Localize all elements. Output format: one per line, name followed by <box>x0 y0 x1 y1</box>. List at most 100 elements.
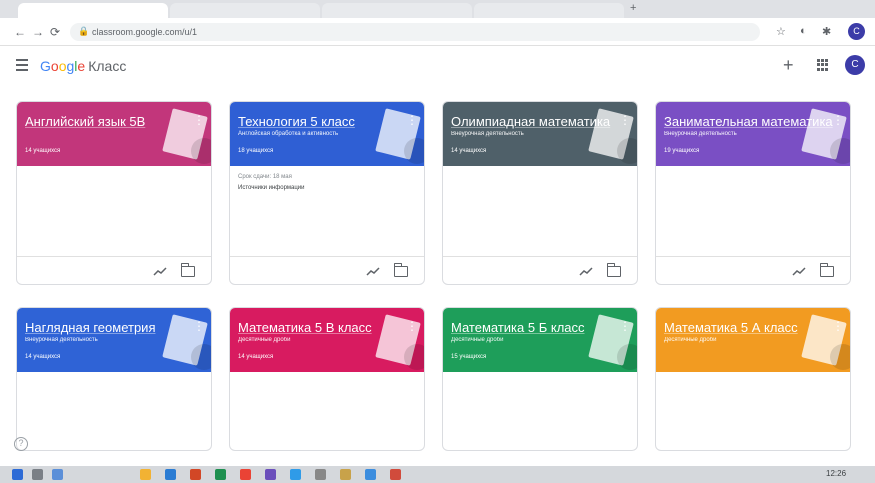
class-card[interactable]: Математика 5 В класс Десятичные дроби 14 у… <box>229 307 425 451</box>
forward-icon[interactable]: → <box>32 25 44 39</box>
new-tab-button[interactable]: + <box>630 2 636 14</box>
product-name: Класс <box>88 58 127 74</box>
student-count: 14 учащихся <box>238 354 274 360</box>
excel-icon[interactable] <box>215 469 226 480</box>
more-options-icon[interactable]: ⋮ <box>406 114 418 126</box>
class-card-header[interactable]: Занимательная математика Внеурочная деяте… <box>656 102 850 166</box>
class-card-header[interactable]: Математика 5 А класс Десятичные дроби ⋮ <box>656 308 850 372</box>
class-card[interactable]: Английский язык 5В 14 учащихся ⋮ <box>16 101 212 285</box>
class-card[interactable]: Математика 5 Б класс Десятичные дроби 15 у… <box>442 307 638 451</box>
browser-toolbar: ← → ⟳ 🔒 classroom.google.com/u/1 ☆ ◐ ✱ С <box>0 18 875 46</box>
address-bar[interactable]: 🔒 classroom.google.com/u/1 <box>70 23 760 41</box>
more-options-icon[interactable]: ⋮ <box>619 320 631 332</box>
browser-profile-avatar[interactable]: С <box>848 23 865 40</box>
trending-up-icon[interactable] <box>366 266 380 276</box>
more-options-icon[interactable]: ⋮ <box>193 114 205 126</box>
class-card-header[interactable]: Олимпиадная математика Внеурочная деятель… <box>443 102 637 166</box>
class-title[interactable]: Математика 5 Б класс <box>451 320 621 335</box>
browser-tab-active[interactable] <box>18 3 168 18</box>
header-illustration-shape <box>404 138 424 164</box>
student-count: 14 учащихся <box>25 354 61 360</box>
app-icon[interactable] <box>390 469 401 480</box>
class-card[interactable]: Олимпиадная математика Внеурочная деятель… <box>442 101 638 285</box>
class-title[interactable]: Математика 5 А класс <box>664 320 834 335</box>
folder-icon[interactable] <box>607 263 621 277</box>
header-illustration-shape <box>617 344 637 370</box>
class-section: Англойская обработка и активность <box>238 131 339 137</box>
class-title[interactable]: Наглядная геометрия <box>25 320 195 335</box>
class-card-header[interactable]: Наглядная геометрия Внеурочная деятельнос… <box>17 308 211 372</box>
class-section: Десятичные дроби <box>451 337 504 343</box>
class-section: Десятичные дроби <box>238 337 291 343</box>
more-options-icon[interactable]: ⋮ <box>619 114 631 126</box>
more-options-icon[interactable]: ⋮ <box>193 320 205 332</box>
student-count: 15 учащихся <box>451 354 487 360</box>
word-icon[interactable] <box>165 469 176 480</box>
browser-tab[interactable] <box>170 3 320 18</box>
start-icon[interactable] <box>12 469 23 480</box>
extension-icon[interactable]: ◐ <box>800 25 807 37</box>
apps-grid-icon[interactable] <box>817 59 829 71</box>
app-icon[interactable] <box>290 469 301 480</box>
header-illustration-shape <box>830 138 850 164</box>
trending-up-icon[interactable] <box>792 266 806 276</box>
class-card[interactable]: Наглядная геометрия Внеурочная деятельнос… <box>16 307 212 451</box>
trending-up-icon[interactable] <box>579 266 593 276</box>
header-illustration-shape <box>617 138 637 164</box>
browser-tab[interactable] <box>322 3 472 18</box>
chrome-icon[interactable] <box>240 469 251 480</box>
class-card[interactable]: Технология 5 класс Англойская обработка и… <box>229 101 425 285</box>
assignment-link[interactable]: Источники информации <box>238 185 305 191</box>
puzzle-icon[interactable]: ✱ <box>822 25 831 38</box>
more-options-icon[interactable]: ⋮ <box>832 320 844 332</box>
header-illustration-shape <box>191 344 211 370</box>
add-class-icon[interactable]: + <box>783 56 794 74</box>
address-url[interactable]: classroom.google.com/u/1 <box>92 27 197 37</box>
more-options-icon[interactable]: ⋮ <box>406 320 418 332</box>
folder-icon[interactable] <box>820 263 834 277</box>
class-card-header[interactable]: Математика 5 В класс Десятичные дроби 14 у… <box>230 308 424 372</box>
powerpoint-icon[interactable] <box>190 469 201 480</box>
taskbar-clock: 12:26 <box>826 469 847 478</box>
class-card[interactable]: Занимательная математика Внеурочная деяте… <box>655 101 851 285</box>
app-icon[interactable] <box>340 469 351 480</box>
folder-icon[interactable] <box>394 263 408 277</box>
app-icon[interactable] <box>315 469 326 480</box>
class-section: Внеурочная деятельность <box>451 131 524 137</box>
taskview-icon[interactable] <box>52 469 63 480</box>
app-logo[interactable]: Google Класс <box>40 58 126 74</box>
class-card-body <box>656 372 850 450</box>
class-card-body <box>656 166 850 256</box>
class-card-header[interactable]: Английский язык 5В 14 учащихся ⋮ <box>17 102 211 166</box>
class-card-footer <box>443 256 637 284</box>
star-icon[interactable]: ☆ <box>776 25 786 38</box>
class-section: Внеурочная деятельность <box>25 337 98 343</box>
class-card-footer <box>17 256 211 284</box>
class-title[interactable]: Математика 5 В класс <box>238 320 408 335</box>
class-card-body <box>443 372 637 450</box>
reload-icon[interactable]: ⟳ <box>50 25 60 39</box>
folder-icon[interactable] <box>181 263 195 277</box>
class-title[interactable]: Занимательная математика <box>664 114 834 129</box>
back-icon[interactable]: ← <box>14 25 26 39</box>
browser-tabstrip: + <box>0 0 875 18</box>
search-icon[interactable] <box>32 469 43 480</box>
student-count: 19 учащихся <box>664 148 700 154</box>
class-title[interactable]: Технология 5 класс <box>238 114 408 129</box>
class-card-footer <box>656 256 850 284</box>
trending-up-icon[interactable] <box>153 266 167 276</box>
app-icon[interactable] <box>365 469 376 480</box>
more-options-icon[interactable]: ⋮ <box>832 114 844 126</box>
class-card-header[interactable]: Технология 5 класс Англойская обработка и… <box>230 102 424 166</box>
class-card-header[interactable]: Математика 5 Б класс Десятичные дроби 15 у… <box>443 308 637 372</box>
user-avatar[interactable]: С <box>845 55 865 75</box>
class-title[interactable]: Английский язык 5В <box>25 114 195 129</box>
class-card-body <box>230 372 424 450</box>
help-icon[interactable]: ? <box>14 437 28 451</box>
app-icon[interactable] <box>265 469 276 480</box>
explorer-icon[interactable] <box>140 469 151 480</box>
browser-tab[interactable] <box>474 3 624 18</box>
class-title[interactable]: Олимпиадная математика <box>451 114 621 129</box>
hamburger-menu-icon[interactable] <box>16 59 28 71</box>
class-card[interactable]: Математика 5 А класс Десятичные дроби ⋮ <box>655 307 851 451</box>
